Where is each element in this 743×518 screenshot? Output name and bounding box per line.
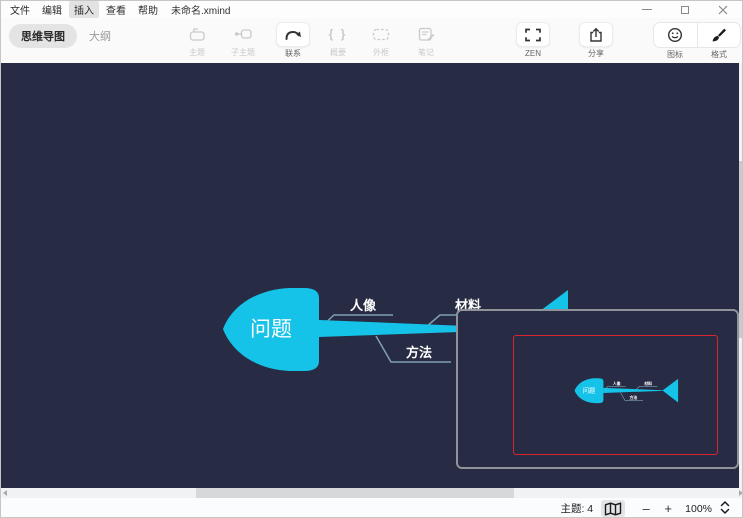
format-label: 格式 [697,50,741,59]
icon-markers-label: 图标 [653,50,697,59]
zoom-in-button[interactable]: + [661,501,675,516]
summary-icon: { } [316,22,360,46]
format-brush-icon [711,27,727,43]
branch-label-renxiang[interactable]: 人像 [350,298,377,313]
close-icon [718,5,728,15]
relationship-icon [276,22,310,47]
view-tabs: 思维导图 大纲 [9,24,123,48]
toolbar: 思维导图 大纲 主题 子主题 联系 { } 概要 [1,18,742,63]
tool-summary: { } 概要 [316,22,360,57]
tab-outline[interactable]: 大纲 [77,24,123,48]
menu-help[interactable]: 帮助 [133,1,163,18]
share-icon [579,22,613,47]
topic-count: 主题: 4 [560,501,593,516]
tool-subtopic-label: 子主题 [221,48,265,57]
document-title: 未命名.xmind [171,2,230,17]
maximize-button[interactable] [666,1,704,18]
menu-edit[interactable]: 编辑 [37,1,67,18]
minimap-branch-label: 材料 [643,381,652,386]
branch-label-fangfa[interactable]: 方法 [406,345,432,360]
tool-share[interactable]: 分享 [574,22,618,58]
tool-zen-label: ZEN [511,49,555,58]
statusbar: 主题: 4 – + 100% [1,498,743,518]
tool-summary-label: 概要 [316,48,360,57]
menu-file[interactable]: 文件 [5,1,35,18]
head-topic-label[interactable]: 问题 [250,318,292,341]
horizontal-scrollbar[interactable] [1,488,743,498]
tool-note-label: 笔记 [404,48,448,57]
tool-boundary: 外框 [359,22,403,57]
menu-view[interactable]: 查看 [101,1,131,18]
minimize-button[interactable] [628,1,666,18]
vertical-scrollbar-thumb[interactable] [739,161,743,338]
minimap-fishbone: 问题 人像 材料 方法 [568,372,682,407]
stepper-icon [720,500,730,515]
minimap-spine [603,388,662,393]
xmind-window: 文件 编辑 插入 查看 帮助 未命名.xmind 思维导图 大纲 主题 [0,0,743,518]
minimap-head-label: 问题 [583,387,596,395]
tool-topic: 主题 [175,22,219,57]
horizontal-scrollbar-thumb[interactable] [196,488,514,498]
mindmap-canvas[interactable]: 问题 人像 材料 方法 问题 人像 材料 方法 [1,63,743,488]
maximize-icon [681,6,689,14]
note-icon [404,22,448,46]
icon-markers-button[interactable] [654,23,697,47]
minimap-branch-label: 人像 [612,381,621,386]
menubar: 文件 编辑 插入 查看 帮助 未命名.xmind [1,1,742,18]
right-panel-tools: 图标 格式 [653,22,741,59]
tool-note: 笔记 [404,22,448,57]
zen-mode-icon [516,22,550,47]
subtopic-icon [221,22,265,46]
minimap-branch-label: 方法 [630,395,638,400]
topic-icon [175,22,219,46]
tool-relationship[interactable]: 联系 [271,22,315,58]
scroll-left-icon[interactable] [3,490,7,496]
scroll-right-icon[interactable] [739,490,743,496]
menu-insert[interactable]: 插入 [69,1,99,18]
minimap-panel[interactable]: 问题 人像 材料 方法 [456,309,739,469]
tool-subtopic: 子主题 [221,22,265,57]
vertical-scrollbar[interactable] [739,63,743,488]
boundary-icon [359,22,403,46]
zoom-out-button[interactable]: – [639,501,653,516]
format-button[interactable] [697,23,741,47]
zoom-level: 100% [685,503,712,515]
tool-zen[interactable]: ZEN [511,22,555,58]
tool-topic-label: 主题 [175,48,219,57]
close-button[interactable] [704,1,742,18]
window-controls [628,1,742,18]
minimap-toggle-button[interactable] [601,500,625,517]
emoji-icon [667,27,683,43]
tool-boundary-label: 外框 [359,48,403,57]
minimap-tail [663,379,679,403]
minimize-icon [642,9,652,10]
tool-relationship-label: 联系 [271,49,315,58]
tool-share-label: 分享 [574,49,618,58]
map-icon [604,502,622,516]
zoom-stepper[interactable] [720,500,730,518]
tab-mindmap[interactable]: 思维导图 [9,24,77,48]
